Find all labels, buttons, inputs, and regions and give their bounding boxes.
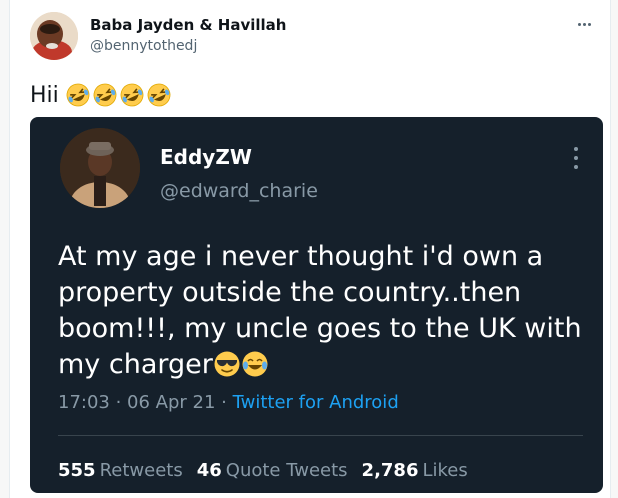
rofl-emoji-icon [66,83,90,107]
likes-stat: 2,786 Likes [362,460,468,481]
embedded-time: 17:03 [58,392,110,413]
tweet-text-row: Hii [30,80,172,110]
author-avatar[interactable] [30,12,78,60]
sunglasses-emoji-icon [214,351,240,377]
quotes-count: 46 [196,460,222,481]
rofl-emoji-icon [93,83,117,107]
embedded-avatar [60,128,140,208]
embedded-text: At my age i never thought i'd own a prop… [58,239,588,383]
likes-count: 2,786 [361,460,419,481]
embedded-name: EddyZW [160,145,252,169]
rofl-emoji-icon [120,83,144,107]
embedded-meta: 17:03 · 06 Apr 21 · Twitter for Android [58,392,399,413]
meta-separator: · [109,392,128,413]
retweets-count: 555 [58,460,96,481]
embedded-date: 06 Apr 21 [127,392,216,413]
embedded-source: Twitter for Android [232,392,399,413]
tweet-text: Hii [30,82,59,108]
embedded-handle: @edward_charie [160,180,318,202]
rofl-emoji-icon [147,83,171,107]
tears-of-joy-emoji-icon [242,351,268,377]
author-name[interactable]: Baba Jayden & Havillah [90,16,286,34]
meta-separator: · [215,392,233,413]
quotes-stat: 46 Quote Tweets [197,460,348,481]
likes-label: Likes [422,460,468,481]
embedded-tweet-screenshot[interactable]: EddyZW @edward_charie At my age i never … [30,117,603,493]
more-vertical-icon [571,145,581,171]
author-handle[interactable]: @bennytothedj [90,38,197,54]
emoji-group [65,82,172,108]
more-horizontal-icon[interactable] [572,14,596,34]
retweets-label: Retweets [99,460,183,481]
divider [58,435,583,436]
embedded-stats: 555 Retweets 46 Quote Tweets 2,786 Likes [58,460,468,481]
embedded-text-content: At my age i never thought i'd own a prop… [58,241,582,380]
retweets-stat: 555 Retweets [58,460,183,481]
quotes-label: Quote Tweets [225,460,348,481]
tweet-card: Baba Jayden & Havillah @bennytothedj Hii [9,0,611,498]
